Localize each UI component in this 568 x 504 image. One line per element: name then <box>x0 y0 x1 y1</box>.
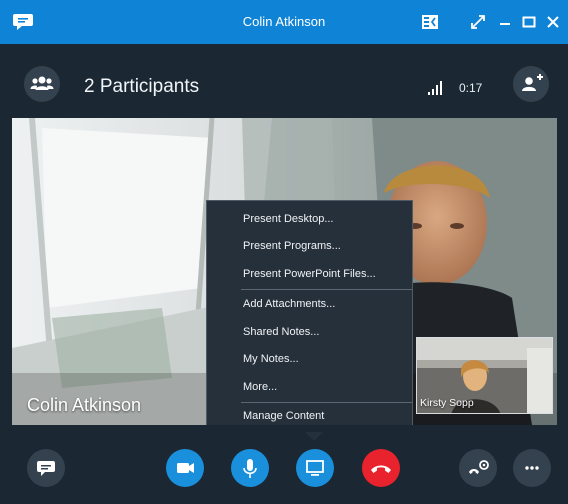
end-call-button[interactable] <box>362 449 400 487</box>
minimize-icon[interactable] <box>495 12 515 32</box>
call-controls-icon <box>469 460 489 474</box>
maximize-icon[interactable] <box>519 12 539 32</box>
menu-item-my-notes[interactable]: My Notes... <box>243 353 299 365</box>
add-person-icon <box>522 74 543 91</box>
screen-share-icon <box>306 460 324 476</box>
contact-card-icon[interactable] <box>420 12 440 32</box>
self-view-video[interactable]: Kirsty Sopp <box>416 337 553 414</box>
menu-item-shared-notes[interactable]: Shared Notes... <box>243 326 319 338</box>
chat-button[interactable] <box>27 449 65 487</box>
mute-button[interactable] <box>231 449 269 487</box>
menu-item-present-powerpoint[interactable]: Present PowerPoint Files... <box>243 268 376 280</box>
title-bar: Colin Atkinson <box>0 0 568 44</box>
video-button[interactable] <box>166 449 204 487</box>
share-screen-button[interactable] <box>296 449 334 487</box>
video-camera-icon <box>177 463 194 473</box>
share-content-menu: Present Desktop... Present Programs... P… <box>206 200 413 433</box>
microphone-icon <box>243 459 257 478</box>
menu-item-add-attachments[interactable]: Add Attachments... <box>243 298 335 310</box>
close-icon[interactable] <box>543 12 563 32</box>
menu-separator <box>241 402 412 403</box>
hang-up-icon <box>371 465 391 473</box>
participants-button[interactable] <box>24 66 60 102</box>
expand-icon[interactable] <box>468 12 488 32</box>
chat-icon <box>37 461 55 476</box>
menu-item-present-desktop[interactable]: Present Desktop... <box>243 213 334 225</box>
more-icon <box>525 466 539 470</box>
menu-item-present-programs[interactable]: Present Programs... <box>243 240 341 252</box>
self-participant-name: Kirsty Sopp <box>420 397 474 409</box>
menu-item-manage-content[interactable]: Manage Content <box>243 410 324 422</box>
menu-item-more[interactable]: More... <box>243 381 277 393</box>
menu-pointer <box>305 432 323 441</box>
participants-count[interactable]: 2 Participants <box>84 76 199 98</box>
menu-separator <box>241 289 412 290</box>
add-participant-button[interactable] <box>513 66 549 102</box>
call-controls-button[interactable] <box>459 449 497 487</box>
remote-participant-name: Colin Atkinson <box>27 395 142 415</box>
call-header: 2 Participants 0:17 <box>0 44 568 118</box>
call-timer: 0:17 <box>459 81 483 95</box>
people-icon <box>30 76 54 90</box>
call-controls-bar <box>0 425 568 504</box>
signal-bars-icon <box>428 81 442 95</box>
more-options-button[interactable] <box>513 449 551 487</box>
